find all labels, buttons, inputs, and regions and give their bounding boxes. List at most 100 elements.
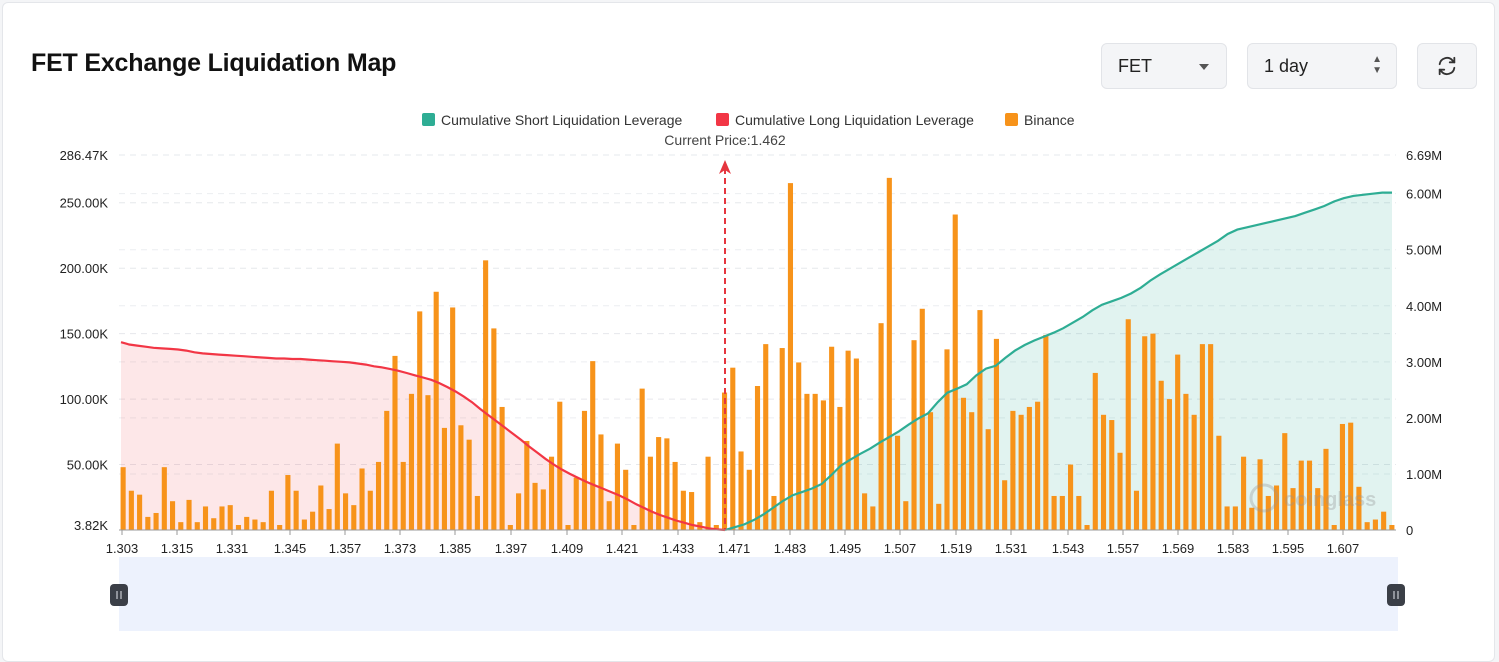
binance-bar — [812, 393, 818, 530]
binance-bar — [927, 412, 934, 530]
x-tick-label: 1.357 — [329, 541, 362, 556]
binance-bar — [1142, 336, 1148, 530]
x-tick-label: 1.315 — [161, 541, 194, 556]
legend-label-2: Binance — [1024, 112, 1075, 128]
binance-bar — [886, 177, 892, 530]
binance-bar — [1282, 433, 1288, 530]
legend-swatch-2 — [1005, 113, 1018, 126]
x-tick-label: 1.583 — [1217, 541, 1250, 556]
zoom-slider[interactable] — [110, 557, 1405, 631]
y-left-tick-label: 150.00K — [60, 327, 109, 342]
binance-bar — [647, 456, 653, 530]
binance-bar — [227, 505, 233, 530]
x-tick-label: 1.483 — [774, 541, 807, 556]
long-liquidation-area — [121, 342, 725, 530]
binance-bar — [548, 456, 555, 530]
binance-bar — [771, 495, 777, 530]
binance-bar — [1002, 480, 1008, 530]
binance-bar — [153, 512, 159, 530]
binance-bar — [285, 475, 291, 530]
binance-bar — [1216, 435, 1222, 530]
binance-bar — [590, 361, 596, 530]
binance-bar — [977, 310, 983, 530]
binance-bar — [507, 525, 513, 530]
binance-bar — [903, 501, 909, 530]
binance-bar — [1158, 380, 1164, 530]
binance-bar — [1150, 333, 1156, 530]
binance-bar — [1191, 414, 1197, 530]
binance-bar — [326, 509, 332, 530]
binance-bar — [532, 482, 538, 530]
binance-bar — [1381, 511, 1387, 530]
binance-bar — [705, 456, 711, 530]
binance-bar — [491, 328, 497, 530]
binance-bar — [878, 323, 884, 530]
binance-bar — [614, 443, 620, 530]
binance-bar — [870, 506, 876, 530]
binance-bar — [1068, 464, 1074, 530]
x-tick-label: 1.331 — [216, 541, 249, 556]
liquidation-chart: Cumulative Short Liquidation Leverage Cum… — [60, 112, 1442, 631]
binance-bar — [1117, 452, 1123, 530]
binance-bar — [1199, 344, 1205, 530]
binance-bar — [359, 468, 365, 530]
legend-label-0: Cumulative Short Liquidation Leverage — [441, 112, 682, 128]
binance-bar — [178, 522, 184, 530]
x-tick-label: 1.519 — [940, 541, 973, 556]
binance-bar — [408, 393, 415, 530]
binance-bar — [1084, 525, 1090, 530]
binance-bar — [367, 490, 373, 530]
binance-bar — [343, 493, 349, 530]
x-tick-label: 1.385 — [439, 541, 472, 556]
binance-bar — [318, 485, 324, 530]
x-tick-label: 1.607 — [1327, 541, 1360, 556]
binance-bar — [1076, 495, 1082, 530]
binance-bar — [598, 434, 604, 530]
binance-bar — [1059, 495, 1065, 530]
binance-bar — [219, 506, 225, 530]
binance-bar — [1166, 399, 1172, 530]
y-right-tick-label: 3.00M — [1406, 355, 1442, 370]
zoom-handle-left[interactable] — [110, 584, 128, 606]
binance-bar — [763, 344, 769, 530]
binance-bar — [1372, 519, 1378, 530]
binance-bar — [400, 461, 406, 530]
binance-bar — [804, 393, 810, 530]
binance-bar — [738, 451, 744, 530]
y-right-tick-label: 1.00M — [1406, 467, 1442, 482]
binance-bar — [268, 490, 274, 530]
y-left-tick-label: 100.00K — [60, 392, 109, 407]
binance-bar — [417, 311, 423, 530]
binance-bar — [1035, 401, 1041, 530]
binance-bar — [1051, 495, 1057, 530]
binance-bar — [1249, 507, 1255, 530]
binance-bar — [458, 425, 464, 530]
binance-bar — [1018, 414, 1024, 530]
binance-bar — [960, 397, 967, 530]
legend-swatch-0 — [422, 113, 435, 126]
binance-bar — [730, 367, 736, 530]
binance-bar — [1208, 344, 1214, 530]
binance-bar — [1389, 525, 1395, 530]
binance-bar — [244, 516, 250, 530]
binance-bar — [293, 490, 299, 530]
binance-bar — [853, 358, 859, 530]
current-price-label: Current Price:1.462 — [664, 132, 786, 148]
x-tick-label: 1.303 — [106, 541, 139, 556]
binance-bar — [441, 427, 447, 530]
binance-bar — [145, 516, 151, 530]
binance-bar — [919, 308, 925, 530]
binance-bar — [186, 499, 192, 530]
binance-bar — [137, 494, 143, 530]
x-tick-label: 1.345 — [274, 541, 307, 556]
x-tick-label: 1.409 — [551, 541, 584, 556]
x-tick-label: 1.397 — [495, 541, 528, 556]
binance-bar — [796, 362, 802, 530]
zoom-range-area — [119, 557, 1398, 631]
zoom-handle-right[interactable] — [1387, 584, 1405, 606]
chart-legend: Cumulative Short Liquidation Leverage Cum… — [422, 112, 1075, 128]
x-tick-label: 1.433 — [662, 541, 695, 556]
binance-bar — [128, 490, 134, 530]
binance-bar — [1224, 506, 1230, 530]
x-tick-label: 1.421 — [606, 541, 639, 556]
